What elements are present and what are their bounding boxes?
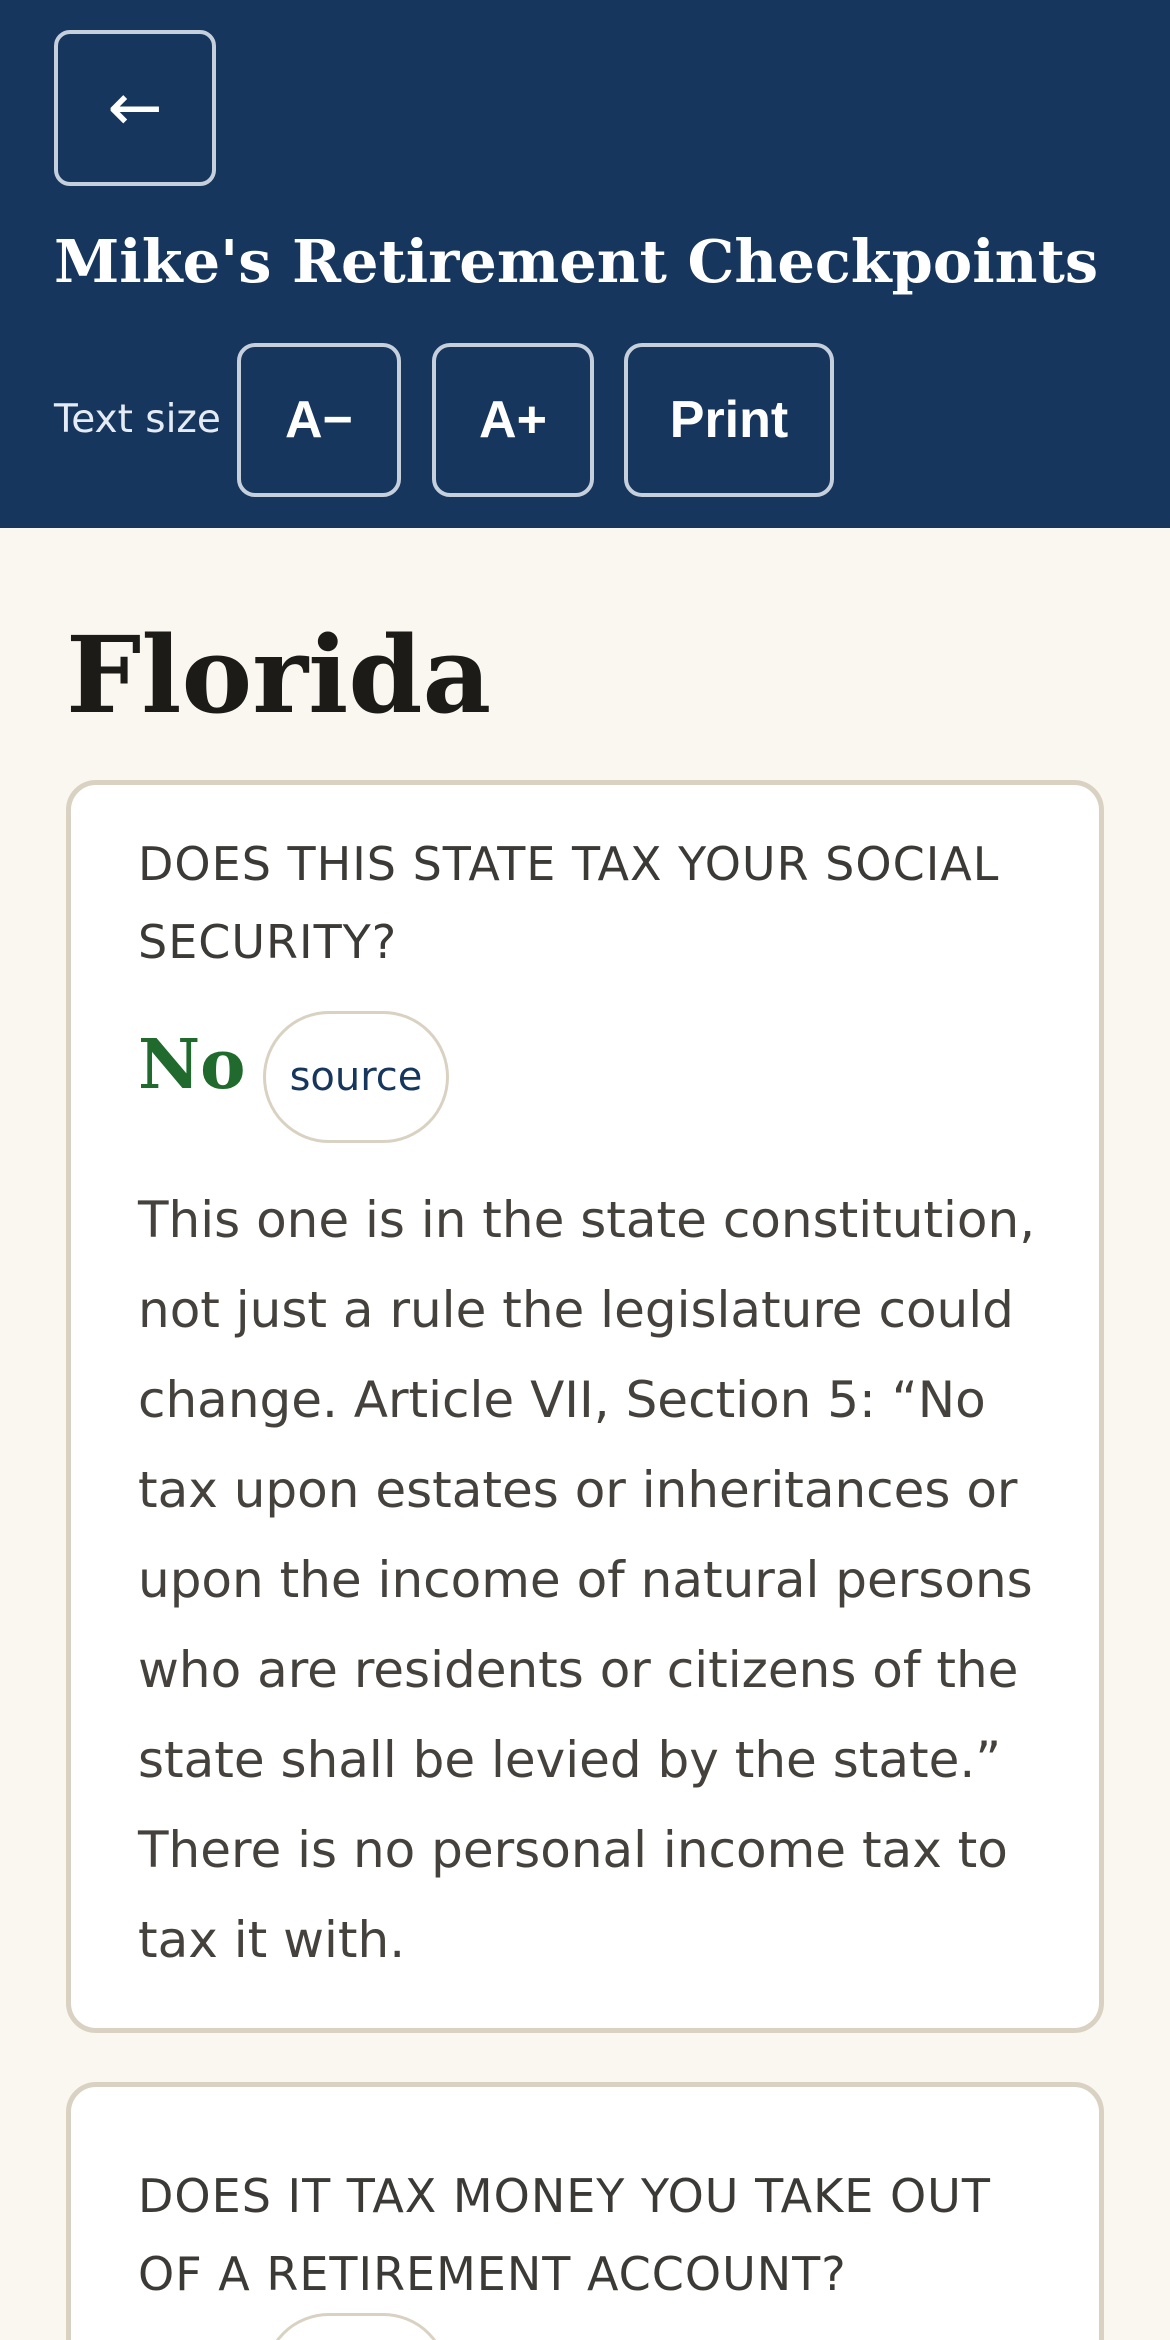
decrease-text-size-button[interactable]: A− [237, 343, 401, 497]
app-header: ← Mike's Retirement Checkpoints Text siz… [0, 0, 1170, 528]
back-arrow-icon: ← [107, 69, 163, 146]
print-button[interactable]: Print [624, 343, 834, 497]
question-card-social-security: DOES THIS STATE TAX YOUR SOCIAL SECURITY… [66, 780, 1104, 2033]
source-button[interactable]: source [263, 1011, 449, 1143]
card-question: DOES THIS STATE TAX YOUR SOCIAL SECURITY… [138, 837, 1000, 969]
back-button[interactable]: ← [54, 30, 216, 186]
source-button[interactable] [263, 2313, 449, 2340]
card-question: DOES IT TAX MONEY YOU TAKE OUT OF A RETI… [138, 2169, 991, 2301]
state-title: Florida [66, 612, 492, 737]
increase-text-size-button[interactable]: A+ [432, 343, 594, 497]
app-title: Mike's Retirement Checkpoints [54, 227, 1099, 296]
card-answer: No [138, 1025, 246, 1105]
question-card-retirement-account: DOES IT TAX MONEY YOU TAKE OUT OF A RETI… [66, 2082, 1104, 2340]
card-explanation: This one is in the state constitution, n… [138, 1191, 1036, 1969]
text-size-label: Text size [54, 397, 221, 442]
